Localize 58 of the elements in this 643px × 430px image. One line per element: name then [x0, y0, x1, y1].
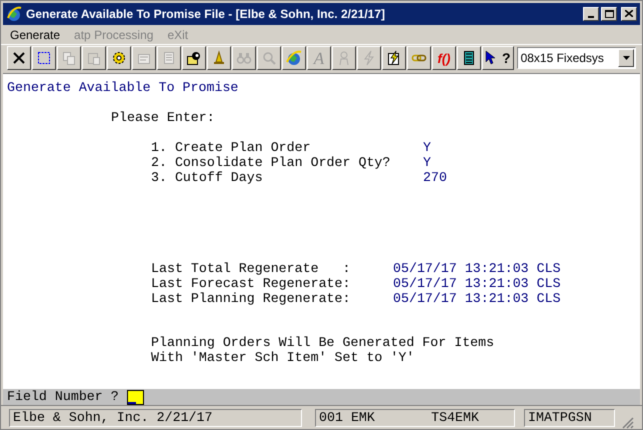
menu-item[interactable]: Generate: [10, 26, 60, 44]
toolbar-button[interactable]: [457, 46, 481, 70]
toolbar-button[interactable]: [7, 46, 31, 70]
toolbar-button[interactable]: [282, 46, 306, 70]
close-icon: [11, 50, 27, 66]
field-number-prompt: Field Number ?: [7, 388, 119, 406]
toolbar-button[interactable]: [382, 46, 406, 70]
status-company: Elbe & Sohn, Inc. 2/21/17: [9, 408, 302, 427]
copy-icon: [61, 50, 77, 66]
field-label: Last Forecast Regenerate:: [151, 276, 352, 291]
toolbar-button[interactable]: [207, 46, 231, 70]
field-label: Last Total Regenerate :: [151, 260, 352, 276]
field-value: 05/17/17 13:21:03 CLS: [393, 276, 561, 291]
text-cursor: [128, 402, 136, 404]
toolbar-button[interactable]: [32, 46, 56, 70]
maximize-icon: [604, 10, 614, 18]
field-number-input[interactable]: [126, 390, 144, 405]
window-title: Generate Available To Promise File - [Elbe & Sohn, Inc. 2/21/17]: [26, 6, 386, 23]
document-icon: [161, 50, 177, 66]
field-value: 270: [423, 170, 447, 185]
field-label: Last Planning Regenerate:: [151, 290, 352, 306]
field-value: 05/17/17 13:21:03 CLS: [393, 260, 561, 276]
magnifier-icon: [261, 50, 277, 66]
person-card-icon: [186, 50, 202, 66]
font-dropdown[interactable]: 08x15 Fixedsys: [516, 47, 636, 70]
toolbar-button[interactable]: ?: [482, 46, 514, 70]
gear-icon: [111, 50, 127, 66]
terminal-text: TS4EMK: [431, 408, 479, 427]
dropdown-button[interactable]: [618, 49, 634, 68]
field-value: Y: [423, 154, 431, 170]
note-text: With 'Master Sch Item' Set to 'Y': [151, 350, 414, 365]
screen-heading: Generate Available To Promise: [7, 80, 238, 95]
field-label: 2. Consolidate Plan Order Qty?: [151, 154, 392, 170]
lightning-document-icon: [386, 50, 402, 66]
lightning-icon: [361, 50, 377, 66]
maximize-button[interactable]: [601, 6, 617, 21]
toolbar-button[interactable]: [182, 46, 206, 70]
minimize-icon: [588, 16, 594, 18]
close-button[interactable]: [621, 6, 637, 21]
app-globe-icon: [6, 6, 22, 22]
selection-icon: [36, 50, 52, 66]
user-text: 001 EMK: [319, 408, 375, 427]
binoculars-icon: [236, 50, 252, 66]
field-label: 1. Create Plan Order: [151, 140, 312, 155]
status-program: IMATPGSN: [524, 408, 616, 427]
field-value: Y: [423, 140, 431, 155]
field-value: 05/17/17 13:21:03 CLS: [393, 290, 561, 306]
toolbar-button[interactable]: [407, 46, 431, 70]
paste-icon: [86, 50, 102, 66]
toolbar-button[interactable]: f(): [432, 46, 456, 70]
toolbar-button[interactable]: [107, 46, 131, 70]
note-text: Planning Orders Will Be Generated For Items: [151, 334, 494, 350]
minimize-button[interactable]: [583, 6, 599, 21]
prompt-text: Please Enter:: [111, 110, 215, 125]
globe-icon: [286, 50, 302, 66]
close-icon: [625, 10, 633, 18]
field-label: 3. Cutoff Days: [151, 170, 264, 185]
caret-icon: [622, 56, 630, 60]
